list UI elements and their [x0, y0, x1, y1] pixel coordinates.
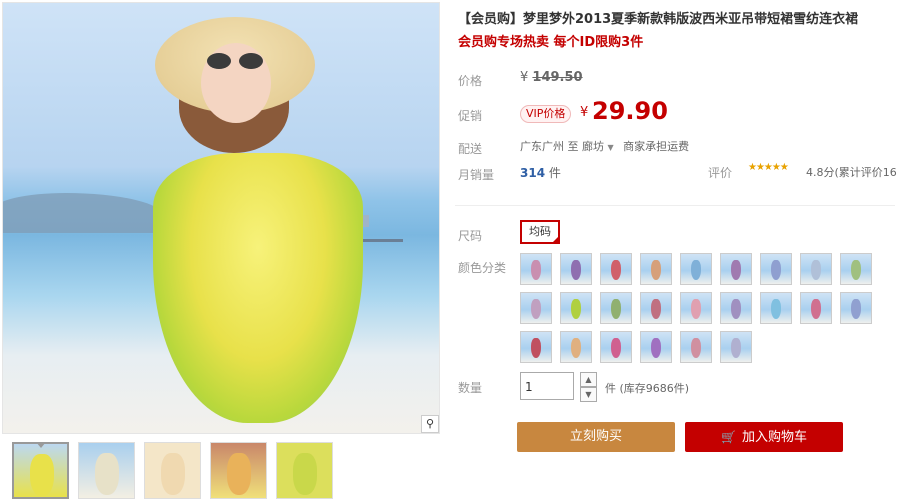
swatch-figure [691, 260, 701, 280]
currency-symbol: ¥ [520, 70, 529, 85]
color-swatch[interactable] [760, 292, 792, 324]
main-product-image[interactable]: ⚲ [2, 2, 440, 434]
quantity-label: 数量 [458, 381, 483, 395]
swatch-figure [731, 299, 741, 319]
cart-icon: 🛒 [721, 430, 736, 444]
color-swatch[interactable] [720, 253, 752, 285]
rating-stars-icon: ★★★★★ [748, 162, 789, 173]
color-swatch[interactable] [560, 331, 592, 363]
thumbnail[interactable] [144, 442, 201, 499]
swatch-figure [771, 299, 781, 319]
swatch-figure [691, 299, 701, 319]
ship-to-selector[interactable]: 廊坊 ▼ [582, 140, 614, 153]
promo-label: 促销 [458, 109, 483, 123]
rating-text[interactable]: 4.8分(累计评价16 [806, 164, 897, 180]
swatch-figure [531, 299, 541, 319]
thumbnail[interactable] [12, 442, 69, 499]
swatch-figure [571, 260, 581, 280]
shipping-info: 广东广州 至 廊坊 ▼ 商家承担运费 [520, 138, 689, 154]
swatch-figure [851, 260, 861, 280]
add-to-cart-label: 加入购物车 [741, 430, 807, 445]
stock-info: 件 (库存9686件) [605, 382, 690, 395]
size-label: 尺码 [458, 229, 483, 243]
promo-price-value: 29.90 [592, 97, 668, 125]
product-title: 【会员购】梦里梦外2013夏季新款韩版波西米亚吊带短裙雪纺连衣裙 [458, 12, 859, 27]
sales-unit: 件 [548, 166, 561, 180]
shipping-label: 配送 [458, 142, 483, 156]
quantity-increase-button[interactable]: ▲ [580, 372, 597, 387]
swatch-figure [651, 260, 661, 280]
color-swatch[interactable] [640, 292, 672, 324]
swatch-figure [771, 260, 781, 280]
color-swatch[interactable] [720, 292, 752, 324]
vip-price-badge: VIP价格 [520, 105, 572, 123]
color-swatch[interactable] [800, 292, 832, 324]
color-swatch[interactable] [640, 253, 672, 285]
color-swatch[interactable] [680, 331, 712, 363]
promo-currency-symbol: ¥ [580, 105, 589, 120]
background-mountain [3, 193, 163, 233]
swatch-figure [691, 338, 701, 358]
color-swatch-grid [520, 253, 900, 363]
sales-label: 月销量 [458, 168, 495, 182]
swatch-figure [811, 260, 821, 280]
swatch-figure [531, 260, 541, 280]
color-swatch[interactable] [840, 253, 872, 285]
swatch-figure [571, 338, 581, 358]
color-swatch[interactable] [520, 331, 552, 363]
color-swatch[interactable] [760, 253, 792, 285]
divider [455, 205, 895, 206]
color-swatch[interactable] [840, 292, 872, 324]
sales-count-number: 314 [520, 166, 546, 180]
color-swatch[interactable] [680, 253, 712, 285]
shipping-fee-note: 商家承担运费 [623, 140, 690, 153]
thumbnail-strip [12, 442, 333, 499]
swatch-figure [651, 299, 661, 319]
swatch-figure [731, 260, 741, 280]
swatch-figure [851, 299, 861, 319]
original-price: ¥ 149.50 [520, 70, 583, 85]
swatch-figure [651, 338, 661, 358]
swatch-figure [811, 299, 821, 319]
original-price-value: 149.50 [532, 70, 583, 85]
color-swatch[interactable] [600, 292, 632, 324]
color-label: 颜色分类 [458, 261, 507, 275]
promo-subtitle: 会员购专场热卖 每个ID限购3件 [458, 35, 644, 50]
swatch-figure [531, 338, 541, 358]
buy-now-button[interactable]: 立刻购买 [517, 422, 675, 452]
ship-to-word: 至 [567, 140, 579, 153]
swatch-figure [571, 299, 581, 319]
thumbnail[interactable] [276, 442, 333, 499]
color-swatch[interactable] [640, 331, 672, 363]
quantity-input[interactable]: 1 [520, 372, 574, 400]
color-swatch[interactable] [520, 253, 552, 285]
color-swatch[interactable] [520, 292, 552, 324]
rating-label: 评价 [708, 166, 733, 180]
swatch-figure [731, 338, 741, 358]
color-swatch[interactable] [720, 331, 752, 363]
swatch-figure [611, 299, 621, 319]
thumbnail[interactable] [78, 442, 135, 499]
size-option-selected[interactable]: 均码 [520, 220, 560, 244]
zoom-icon[interactable]: ⚲ [421, 415, 439, 433]
sales-count: 314 件 [520, 164, 561, 181]
ship-from: 广东广州 [520, 140, 564, 153]
color-swatch[interactable] [600, 253, 632, 285]
color-swatch[interactable] [560, 253, 592, 285]
color-swatch[interactable] [800, 253, 832, 285]
chevron-down-icon: ▼ [607, 143, 614, 152]
swatch-figure [611, 338, 621, 358]
color-swatch[interactable] [560, 292, 592, 324]
model-dress [153, 153, 363, 423]
swatch-figure [611, 260, 621, 280]
add-to-cart-button[interactable]: 🛒 加入购物车 [685, 422, 843, 452]
quantity-decrease-button[interactable]: ▼ [580, 387, 597, 402]
model-sunglasses [207, 53, 263, 69]
color-swatch[interactable] [680, 292, 712, 324]
thumbnail[interactable] [210, 442, 267, 499]
color-swatch[interactable] [600, 331, 632, 363]
price-label: 价格 [458, 74, 483, 88]
